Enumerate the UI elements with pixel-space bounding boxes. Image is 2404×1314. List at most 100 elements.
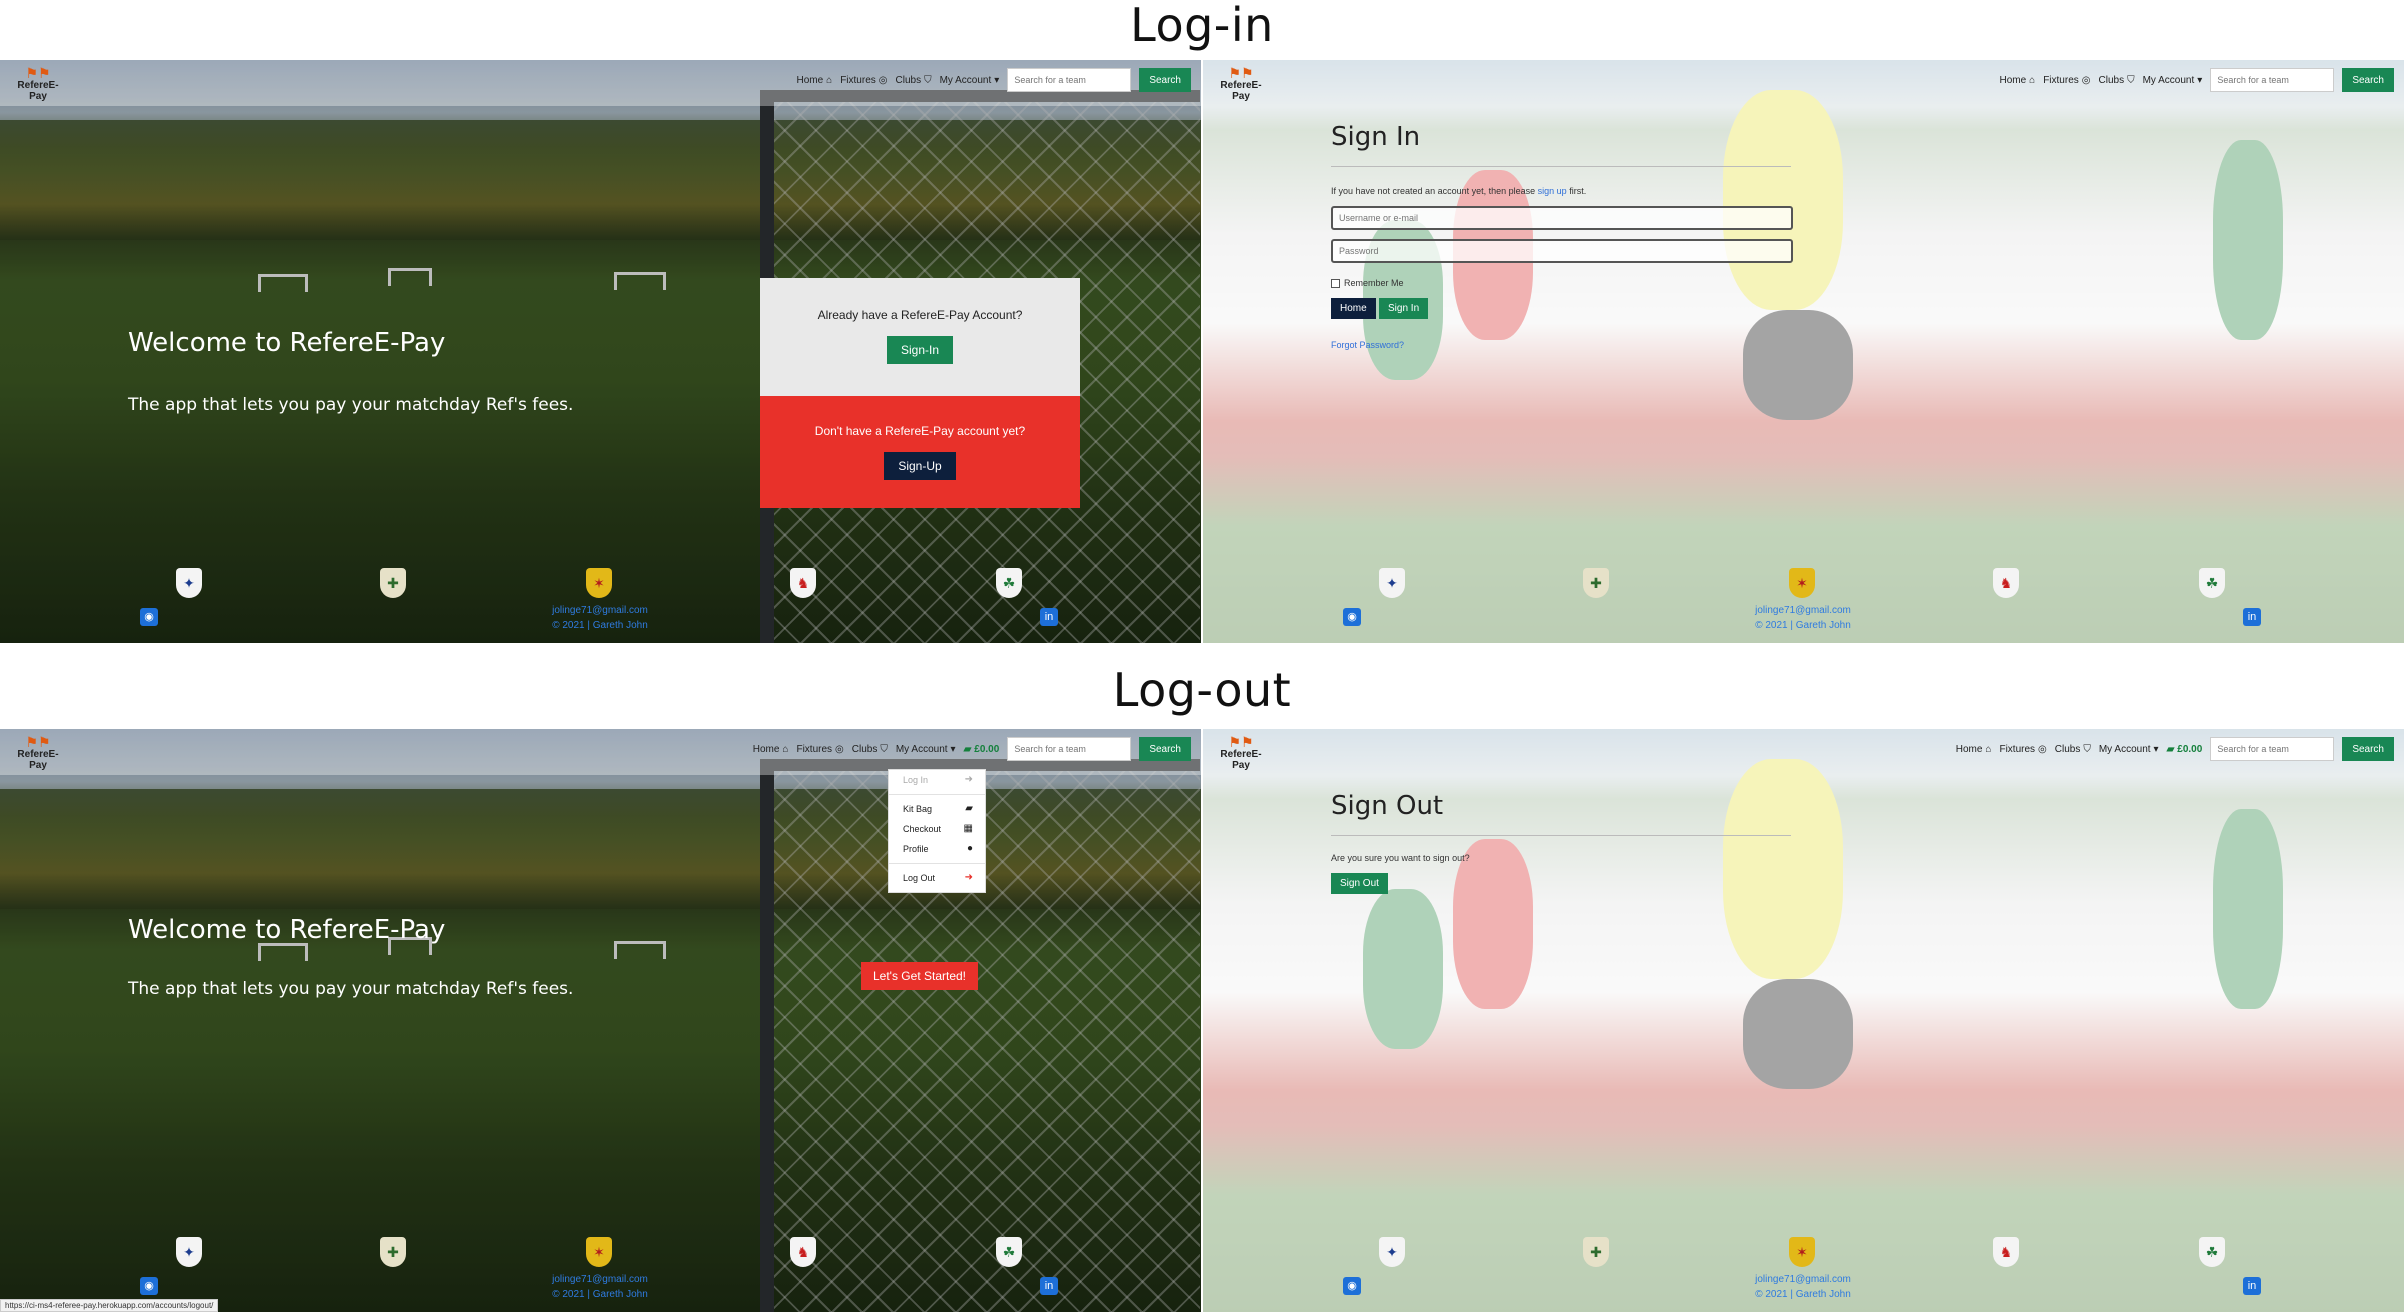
home-button[interactable]: Home — [1331, 298, 1376, 319]
nav-home[interactable]: Home ⌂ — [796, 75, 832, 86]
footer-email[interactable]: jolinge71@gmail.com — [548, 1274, 652, 1285]
sign-out-screenshot: ⚑⚑ RefereE-Pay Home ⌂ Fixtures ◎ Clubs ⛉ My… — [1203, 729, 2404, 1312]
nav-clubs[interactable]: Clubs ⛉ — [2055, 744, 2091, 755]
username-field[interactable] — [1331, 206, 1793, 230]
scotland-crest-icon[interactable]: ✶ — [586, 568, 612, 598]
linkedin-icon[interactable]: in — [1040, 608, 1058, 626]
search-input[interactable] — [1007, 68, 1132, 92]
wales-crest-icon[interactable]: ♞ — [790, 1237, 816, 1267]
footer-email[interactable]: jolinge71@gmail.com — [1751, 1274, 1855, 1285]
nav-home[interactable]: Home ⌂ — [753, 744, 789, 755]
nav-my-account[interactable]: My Account ▾ — [896, 744, 956, 755]
get-started-button[interactable]: Let's Get Started! — [861, 962, 979, 990]
brand-logo[interactable]: ⚑⚑ RefereE-Pay — [10, 66, 66, 102]
football-icon: ◎ — [2081, 74, 2091, 86]
wales-crest-icon[interactable]: ♞ — [1993, 568, 2019, 598]
linkedin-icon[interactable]: in — [1040, 1277, 1058, 1295]
forgot-password-link[interactable]: Forgot Password? — [1331, 340, 1404, 350]
ireland-crest-icon[interactable]: ☘ — [996, 1237, 1022, 1267]
github-icon[interactable]: ◉ — [140, 608, 158, 626]
nav-my-account[interactable]: My Account ▾ — [2099, 744, 2159, 755]
brand-logo[interactable]: ⚑⚑ RefereE-Pay — [1213, 66, 1269, 102]
sign-in-submit-button[interactable]: Sign In — [1379, 298, 1429, 319]
remember-me[interactable]: Remember Me — [1331, 278, 1404, 288]
search-button[interactable]: Search — [2342, 68, 2394, 92]
github-icon[interactable]: ◉ — [1343, 1277, 1361, 1295]
sign-in-button[interactable]: Sign-In — [886, 336, 954, 364]
brand-logo[interactable]: ⚑⚑ RefereE-Pay — [1213, 735, 1269, 771]
scotland-crest-icon[interactable]: ✶ — [1789, 1237, 1815, 1267]
northern-ireland-crest-icon[interactable]: ✚ — [380, 1237, 406, 1267]
nav-home[interactable]: Home ⌂ — [1999, 75, 2035, 86]
caret-down-icon: ▾ — [950, 743, 956, 755]
scotland-crest-icon[interactable]: ✶ — [586, 1237, 612, 1267]
nav-my-account[interactable]: My Account ▾ — [940, 75, 1000, 86]
nav-my-account[interactable]: My Account ▾ — [2143, 75, 2203, 86]
github-icon[interactable]: ◉ — [140, 1277, 158, 1295]
nav-home[interactable]: Home ⌂ — [1956, 744, 1992, 755]
search-button[interactable]: Search — [1139, 737, 1191, 761]
england-crest-icon[interactable]: ✦ — [176, 568, 202, 598]
footer-email[interactable]: jolinge71@gmail.com — [548, 605, 652, 616]
github-icon[interactable]: ◉ — [1343, 608, 1361, 626]
northern-ireland-crest-icon[interactable]: ✚ — [1583, 568, 1609, 598]
nav-kit-bag[interactable]: ▰ £0.00 — [964, 744, 1000, 755]
shield-icon: ⛉ — [2083, 743, 2091, 755]
no-account-card: Don't have a RefereE-Pay account yet? Si… — [760, 396, 1080, 508]
search-button[interactable]: Search — [1139, 68, 1191, 92]
home-icon: ⌂ — [2029, 74, 2036, 86]
sign-in-icon: ➜ — [964, 774, 973, 785]
football-icon: ◎ — [835, 743, 844, 755]
nav-fixtures[interactable]: Fixtures ◎ — [2043, 75, 2090, 86]
shield-icon: ⛉ — [880, 743, 888, 755]
login-heading: Log-in — [1130, 0, 1274, 52]
nav-clubs[interactable]: Clubs ⛉ — [896, 75, 932, 86]
northern-ireland-crest-icon[interactable]: ✚ — [380, 568, 406, 598]
dropdown-item-checkout[interactable]: Checkout ▦ — [889, 819, 985, 839]
ireland-crest-icon[interactable]: ☘ — [2199, 568, 2225, 598]
dropdown-item-log-in[interactable]: Log In ➜ — [889, 770, 985, 790]
footer-copyright: © 2021 | Gareth John — [552, 1289, 648, 1300]
england-crest-icon[interactable]: ✦ — [1379, 1237, 1405, 1267]
nav-kit-bag[interactable]: ▰ £0.00 — [2167, 744, 2203, 755]
hero-title: Welcome to RefereE-Pay — [128, 915, 446, 945]
sign-out-question: Are you sure you want to sign out? — [1331, 853, 1470, 863]
shield-icon: ⛉ — [924, 74, 932, 86]
scotland-crest-icon[interactable]: ✶ — [1789, 568, 1815, 598]
search-input[interactable] — [1007, 737, 1132, 761]
nav-links: Home ⌂ Fixtures ◎ Clubs ⛉ My Account ▾ Searc… — [796, 68, 1191, 92]
england-crest-icon[interactable]: ✦ — [176, 1237, 202, 1267]
remember-me-checkbox[interactable] — [1331, 278, 1340, 288]
no-account-text: Don't have a RefereE-Pay account yet? — [814, 424, 1026, 438]
brand-logo[interactable]: ⚑⚑ RefereE-Pay — [10, 735, 66, 771]
nav-fixtures[interactable]: Fixtures ◎ — [796, 744, 843, 755]
navbar: ⚑⚑ RefereE-Pay Home ⌂ Fixtures ◎ Clubs ⛉ My… — [1203, 729, 2404, 775]
have-account-text: Already have a RefereE-Pay Account? — [817, 308, 1023, 322]
linkedin-icon[interactable]: in — [2243, 1277, 2261, 1295]
nav-clubs[interactable]: Clubs ⛉ — [852, 744, 888, 755]
dropdown-item-profile[interactable]: Profile ● — [889, 839, 985, 859]
nav-fixtures[interactable]: Fixtures ◎ — [840, 75, 887, 86]
nav-clubs[interactable]: Clubs ⛉ — [2099, 75, 2135, 86]
northern-ireland-crest-icon[interactable]: ✚ — [1583, 1237, 1609, 1267]
england-crest-icon[interactable]: ✦ — [1379, 568, 1405, 598]
ireland-crest-icon[interactable]: ☘ — [996, 568, 1022, 598]
dropdown-item-log-out[interactable]: Log Out ➜ — [889, 868, 985, 888]
sign-up-link[interactable]: sign up — [1538, 186, 1567, 196]
ireland-crest-icon[interactable]: ☘ — [2199, 1237, 2225, 1267]
footer-copyright: © 2021 | Gareth John — [1755, 1289, 1851, 1300]
sign-up-button[interactable]: Sign-Up — [884, 452, 956, 480]
nav-fixtures[interactable]: Fixtures ◎ — [1999, 744, 2046, 755]
wales-crest-icon[interactable]: ♞ — [1993, 1237, 2019, 1267]
status-bar-url: https://ci-ms4-referee-pay.herokuapp.com… — [0, 1299, 219, 1312]
dropdown-item-kit-bag[interactable]: Kit Bag ▰ — [889, 799, 985, 819]
password-field[interactable] — [1331, 239, 1793, 263]
search-button[interactable]: Search — [2342, 737, 2394, 761]
footer-email[interactable]: jolinge71@gmail.com — [1751, 605, 1855, 616]
search-input[interactable] — [2210, 68, 2335, 92]
linkedin-icon[interactable]: in — [2243, 608, 2261, 626]
sign-out-button[interactable]: Sign Out — [1331, 873, 1388, 894]
dropdown-divider — [889, 863, 985, 864]
wales-crest-icon[interactable]: ♞ — [790, 568, 816, 598]
search-input[interactable] — [2210, 737, 2335, 761]
